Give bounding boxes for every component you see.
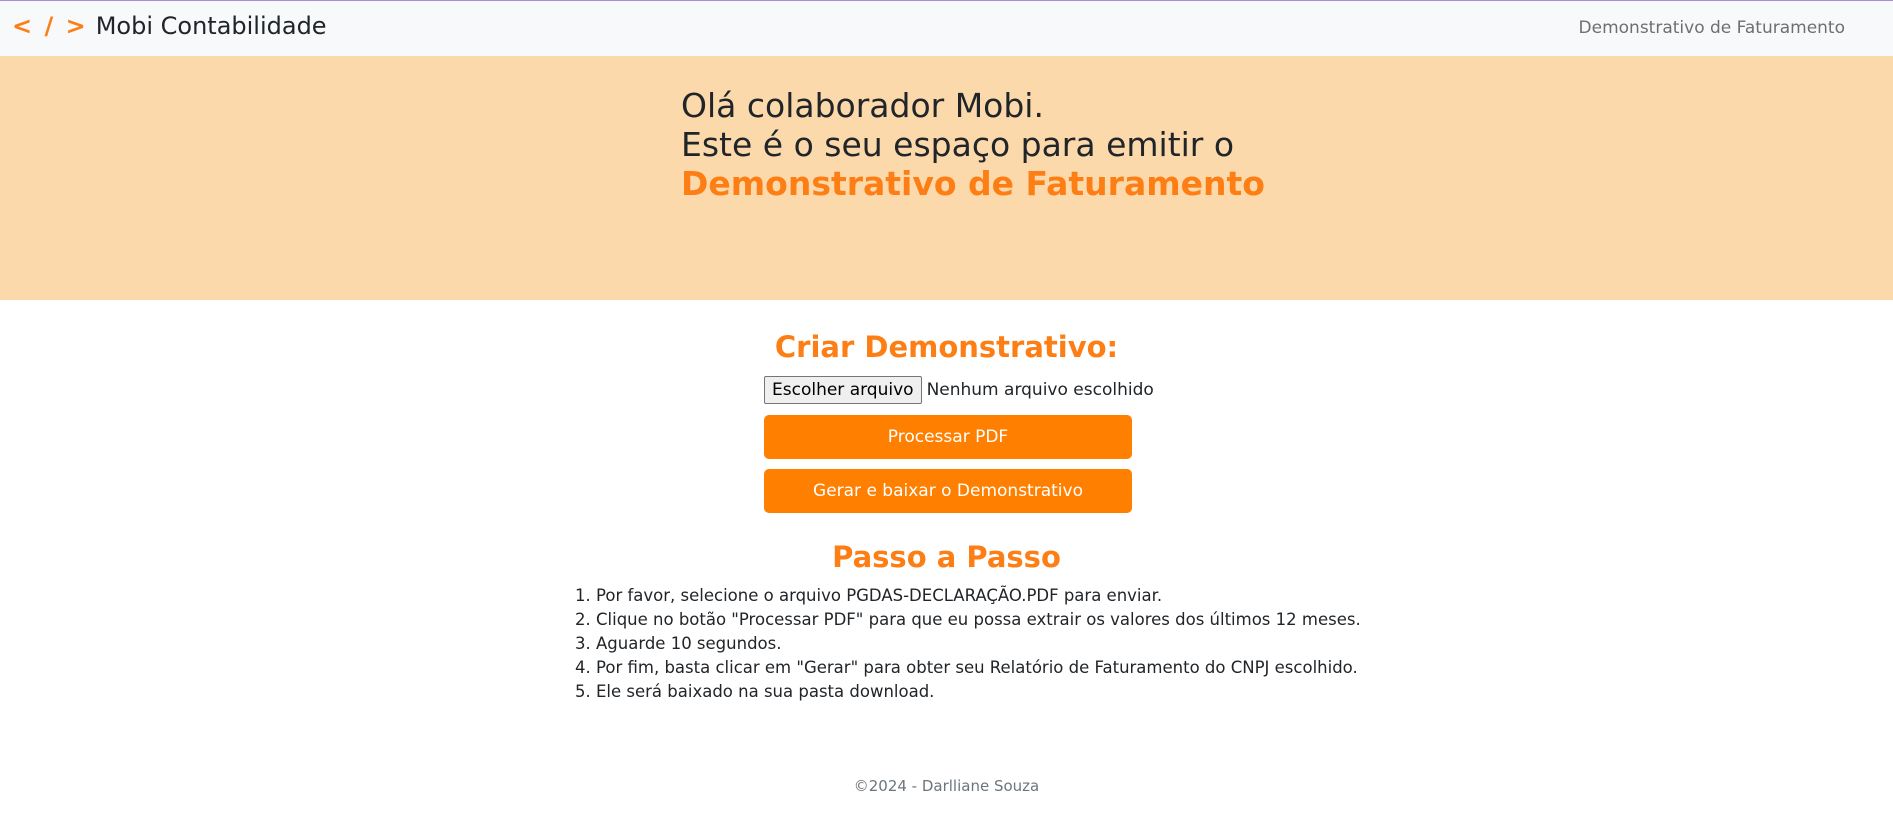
- hero-banner: Olá colaborador Mobi. Este é o seu espaç…: [0, 56, 1893, 300]
- create-title: Criar Demonstrativo:: [774, 330, 1119, 364]
- file-status: Nenhum arquivo escolhido: [926, 380, 1154, 400]
- nav-link-demonstrativo[interactable]: Demonstrativo de Faturamento: [1579, 18, 1845, 38]
- generate-download-button[interactable]: Gerar e baixar o Demonstrativo: [764, 469, 1132, 513]
- footer: ©2024 - Darlliane Souza: [0, 777, 1893, 795]
- navbar: < / > Mobi Contabilidade Demonstrativo d…: [0, 0, 1893, 56]
- hero-line-2: Este é o seu espaço para emitir o: [681, 125, 1235, 164]
- step-item: Ele será baixado na sua pasta download.: [596, 680, 1361, 704]
- step-item: Clique no botão "Processar PDF" para que…: [596, 608, 1361, 632]
- hero-line-1: Olá colaborador Mobi.: [681, 86, 1044, 125]
- code-icon: < / >: [12, 12, 88, 40]
- brand-link[interactable]: < / > Mobi Contabilidade: [12, 7, 327, 45]
- brand-name: Mobi Contabilidade: [95, 12, 327, 40]
- step-item: Por favor, selecione o arquivo PGDAS-DEC…: [596, 584, 1361, 608]
- steps-title: Passo a Passo: [832, 540, 1061, 574]
- steps-list: Por favor, selecione o arquivo PGDAS-DEC…: [576, 584, 1361, 704]
- file-input[interactable]: Escolher arquivo Nenhum arquivo escolhid…: [764, 376, 1154, 404]
- choose-file-button[interactable]: Escolher arquivo: [764, 376, 922, 404]
- step-item: Por fim, basta clicar em "Gerar" para ob…: [596, 656, 1361, 680]
- step-item: Aguarde 10 segundos.: [596, 632, 1361, 656]
- process-pdf-button[interactable]: Processar PDF: [764, 415, 1132, 459]
- hero-highlight: Demonstrativo de Faturamento: [681, 164, 1265, 203]
- hero-greeting: Olá colaborador Mobi. Este é o seu espaç…: [681, 86, 1265, 203]
- footer-copyright: ©2024 - Darlliane Souza: [853, 777, 1040, 795]
